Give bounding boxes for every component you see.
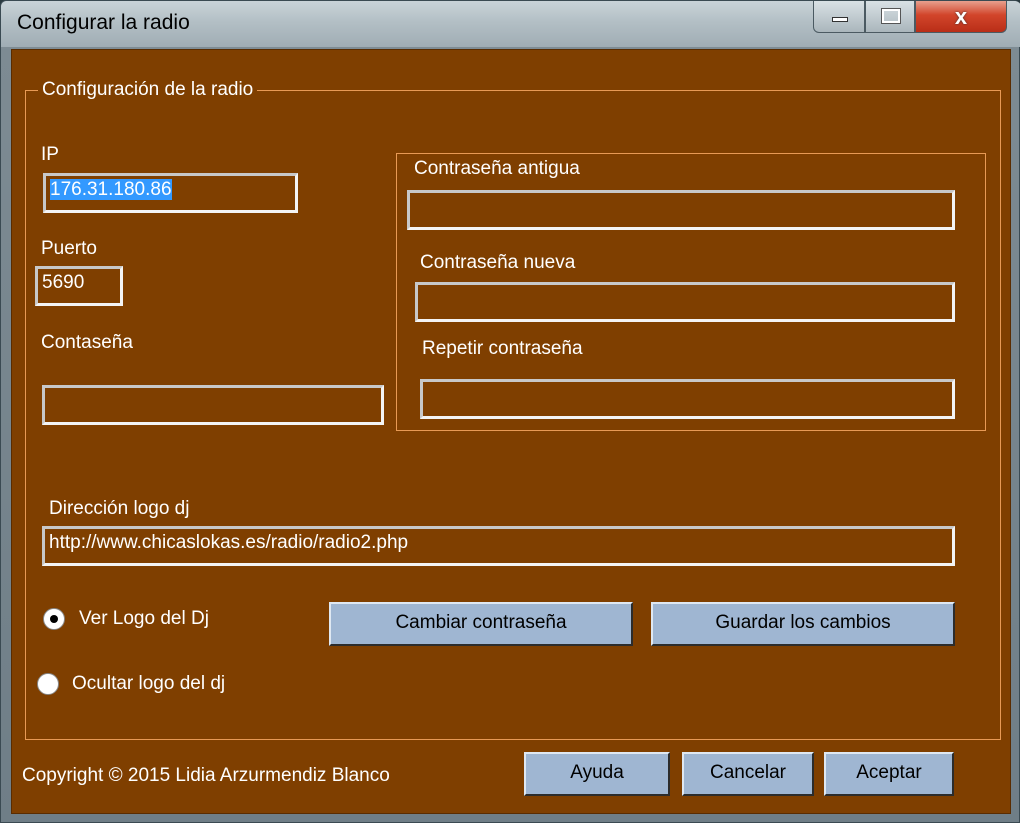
new-password-input[interactable] <box>415 282 955 322</box>
port-input[interactable]: 5690 <box>35 266 123 306</box>
port-value: 5690 <box>42 272 85 293</box>
maximize-button[interactable] <box>865 1 915 33</box>
ip-label: IP <box>41 144 59 165</box>
accept-button[interactable]: Aceptar <box>824 752 954 796</box>
save-changes-button[interactable]: Guardar los cambios <box>651 602 955 646</box>
dj-logo-label: Dirección logo dj <box>49 498 190 519</box>
cancel-button[interactable]: Cancelar <box>682 752 814 796</box>
hide-logo-radio[interactable] <box>37 673 59 695</box>
dj-logo-value: http://www.chicaslokas.es/radio/radio2.p… <box>49 532 409 553</box>
window-title: Configurar la radio <box>17 11 190 34</box>
dialog-client-area: Configuración de la radio IP 176.31.180.… <box>11 49 1011 814</box>
dj-logo-input[interactable]: http://www.chicaslokas.es/radio/radio2.p… <box>42 526 955 566</box>
old-password-input[interactable] <box>407 190 955 230</box>
repeat-password-label: Repetir contraseña <box>422 338 583 359</box>
minimize-icon <box>832 17 848 22</box>
maximize-icon <box>881 8 901 24</box>
ip-input[interactable]: 176.31.180.86 <box>43 173 298 213</box>
title-bar[interactable]: Configurar la radio x <box>1 1 1020 47</box>
old-password-label: Contraseña antigua <box>414 158 580 179</box>
close-icon: x <box>954 4 968 29</box>
show-logo-radio[interactable] <box>43 608 65 630</box>
radio-checked-dot <box>50 615 58 623</box>
dialog-window: Configurar la radio x Configuración de l… <box>0 0 1020 823</box>
close-button[interactable]: x <box>915 1 1007 33</box>
help-button[interactable]: Ayuda <box>524 752 670 796</box>
change-password-button[interactable]: Cambiar contraseña <box>329 602 633 646</box>
repeat-password-input[interactable] <box>420 379 955 419</box>
ip-value: 176.31.180.86 <box>50 179 172 200</box>
new-password-label: Contraseña nueva <box>420 252 576 273</box>
show-logo-label[interactable]: Ver Logo del Dj <box>79 608 209 630</box>
hide-logo-label[interactable]: Ocultar logo del dj <box>72 673 225 695</box>
port-label: Puerto <box>41 238 97 259</box>
password-label: Contaseña <box>41 332 133 353</box>
password-input[interactable] <box>42 385 384 425</box>
minimize-button[interactable] <box>813 1 865 33</box>
config-groupbox-legend: Configuración de la radio <box>38 79 258 101</box>
copyright-text: Copyright © 2015 Lidia Arzurmendiz Blanc… <box>22 765 390 786</box>
